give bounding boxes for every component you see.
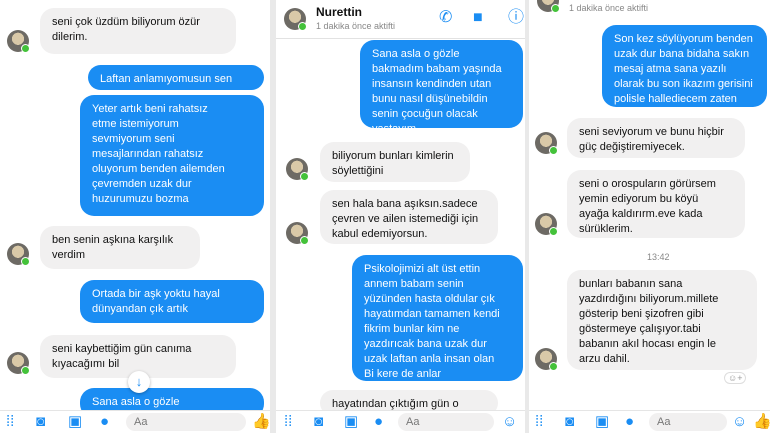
message-incoming[interactable]: seni o orospuların görürsem yemin ediyor… [567, 170, 745, 238]
message-incoming[interactable]: ben senin aşkına karşılık verdim [40, 226, 200, 269]
online-indicator [300, 236, 309, 245]
online-indicator [549, 146, 558, 155]
contact-avatar[interactable] [7, 30, 30, 53]
contact-avatar[interactable] [535, 213, 558, 236]
add-reaction-button[interactable]: ☺+ [724, 372, 747, 384]
image-icon[interactable]: ▣ [595, 414, 609, 430]
message-outgoing[interactable]: Ortada bir aşk yoktu hayal dünyandan çık… [80, 280, 264, 323]
contact-status: 1 dakika önce aktifti [316, 21, 396, 31]
message-outgoing[interactable]: Son kez söylüyorum benden uzak dur bana … [602, 25, 767, 107]
mic-icon[interactable]: ● [374, 414, 383, 430]
contact-avatar[interactable] [286, 158, 309, 181]
message-input[interactable]: Aa [126, 413, 246, 431]
message-input[interactable]: Aa [398, 413, 494, 431]
composer-bar: ⁞⁞ ◙ ▣ ● Aa ☺ [276, 410, 525, 433]
composer-bar: ⁞⁞ ◙ ▣ ● Aa ☺ 👍 [529, 410, 770, 433]
mic-icon[interactable]: ● [625, 414, 634, 430]
image-icon[interactable]: ▣ [68, 414, 82, 430]
online-indicator [549, 362, 558, 371]
message-incoming[interactable]: sen hala bana aşıksın.sadece çevren ve a… [320, 190, 498, 244]
contact-avatar[interactable] [7, 243, 30, 266]
chat-panel-1: seni çok üzdüm biliyorum özür dilerim. L… [0, 0, 270, 433]
contact-name[interactable]: Nurettin [316, 5, 362, 19]
info-icon[interactable]: ⓘ [508, 9, 524, 27]
online-indicator [21, 44, 30, 53]
online-indicator [549, 227, 558, 236]
message-outgoing[interactable]: Sana asla o gözle bakmadım babam yaşında… [360, 40, 523, 135]
scroll-down-button[interactable]: ↓ [128, 371, 150, 393]
message-outgoing[interactable]: Yeter artık beni rahatsız etme istemiyor… [80, 95, 264, 216]
contact-status: 1 dakika önce aktifti [569, 3, 649, 13]
contact-avatar[interactable] [7, 352, 30, 375]
message-incoming[interactable]: biliyorum bunları kimlerin söylettiğini [320, 142, 470, 182]
camera-icon[interactable]: ◙ [36, 414, 45, 430]
chat-panel-2: Nurettin 1 dakika önce aktifti ✆ ■ ⓘ San… [276, 0, 525, 433]
contact-avatar[interactable] [537, 0, 560, 13]
phone-icon[interactable]: ✆ [439, 9, 452, 27]
chat-panel-3: 1 dakika önce aktifti Son kez söylüyorum… [529, 0, 770, 433]
video-icon[interactable]: ■ [473, 9, 483, 27]
contact-avatar[interactable] [286, 222, 309, 245]
timestamp: 13:42 [647, 252, 670, 262]
arrow-down-icon: ↓ [135, 374, 143, 389]
online-indicator [551, 4, 560, 13]
emoji-icon[interactable]: ☺ [732, 414, 747, 430]
image-icon[interactable]: ▣ [344, 414, 358, 430]
grid-icon[interactable]: ⁞⁞ [284, 414, 292, 430]
online-indicator [298, 22, 307, 31]
grid-icon[interactable]: ⁞⁞ [535, 414, 543, 430]
screenshot-collage: seni çok üzdüm biliyorum özür dilerim. L… [0, 0, 770, 433]
contact-avatar[interactable] [535, 348, 558, 371]
like-icon[interactable]: 👍 [252, 414, 270, 430]
message-outgoing[interactable]: Laftan anlamıyomusun sen [88, 65, 264, 90]
message-incoming[interactable]: seni seviyorum ve bunu hiçbir güç değişt… [567, 118, 745, 158]
composer-bar: ⁞⁞ ◙ ▣ ● Aa 👍 [0, 410, 270, 433]
online-indicator [300, 172, 309, 181]
message-input[interactable]: Aa [649, 413, 727, 431]
contact-avatar[interactable] [535, 132, 558, 155]
mic-icon[interactable]: ● [100, 414, 109, 430]
message-incoming[interactable]: seni çok üzdüm biliyorum özür dilerim. [40, 8, 236, 54]
message-outgoing[interactable]: Psikolojimizi alt üst ettin annem babam … [352, 255, 523, 381]
emoji-icon[interactable]: ☺ [502, 414, 517, 430]
contact-avatar[interactable] [284, 8, 307, 31]
online-indicator [21, 366, 30, 375]
message-incoming[interactable]: bunları babanın sana yazdırdığını biliyo… [567, 270, 757, 370]
camera-icon[interactable]: ◙ [565, 414, 574, 430]
like-icon[interactable]: 👍 [753, 414, 770, 430]
chat-header: Nurettin 1 dakika önce aktifti ✆ ■ ⓘ [276, 0, 525, 39]
online-indicator [21, 257, 30, 266]
camera-icon[interactable]: ◙ [314, 414, 323, 430]
grid-icon[interactable]: ⁞⁞ [6, 414, 14, 430]
